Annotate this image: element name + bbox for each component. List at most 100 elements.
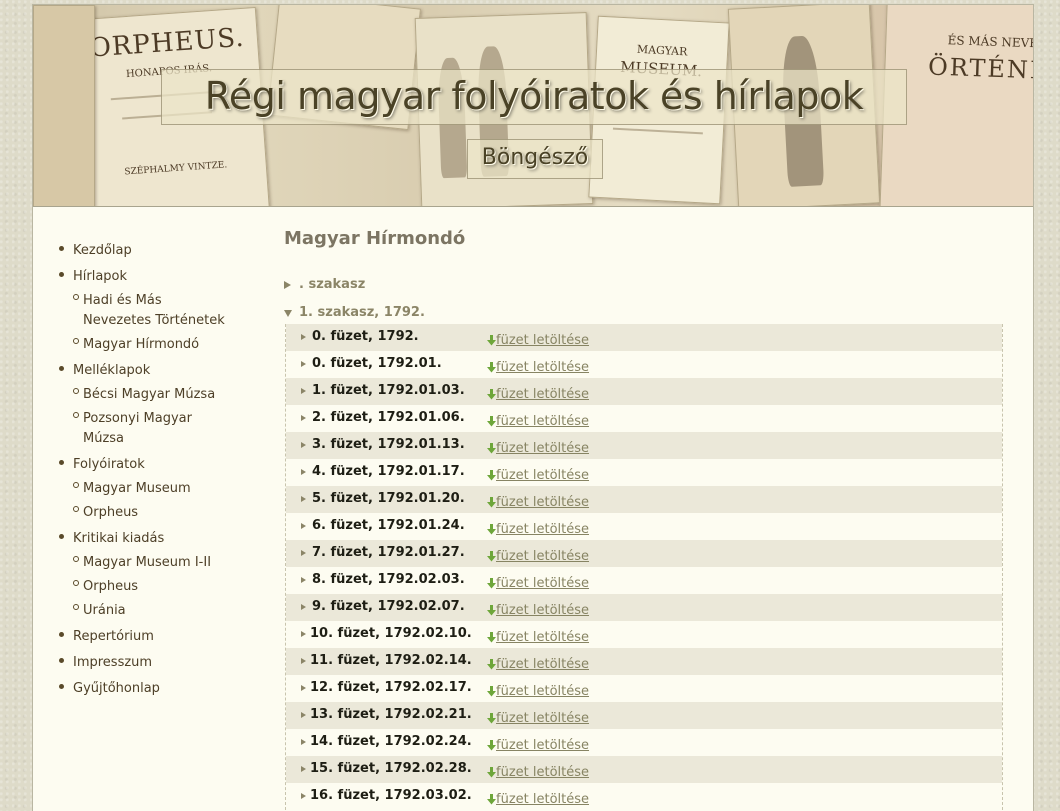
issue-row[interactable]: 11. füzet, 1792.02.14. füzet letöltése — [286, 648, 1002, 675]
sidebar-sublink[interactable]: Bécsi Magyar Múzsa — [83, 387, 215, 402]
download-link[interactable]: füzet letöltése — [496, 630, 589, 645]
download-link[interactable]: füzet letöltése — [496, 495, 589, 510]
issue-label: 14. füzet, 1792.02.24. — [310, 734, 472, 749]
download-link[interactable]: füzet letöltése — [496, 549, 589, 564]
sidebar-group: Repertórium — [59, 625, 249, 645]
bullet-icon — [59, 246, 64, 251]
circle-bullet-icon — [73, 506, 79, 512]
issue-label: 11. füzet, 1792.02.14. — [310, 653, 472, 668]
sidebar-link[interactable]: Gyűjtőhonlap — [73, 681, 160, 696]
issue-label: 6. füzet, 1792.01.24. — [312, 518, 465, 533]
sidebar-group: Kezdőlap — [59, 239, 249, 259]
download-link[interactable]: füzet letöltése — [496, 792, 589, 807]
download-arrow-icon — [487, 740, 496, 751]
sidebar-sublink[interactable]: Hadi és Más Nevezetes Történetek — [83, 293, 225, 328]
download-link-wrapper: füzet letöltése — [487, 734, 589, 753]
download-link-wrapper: füzet letöltése — [487, 653, 589, 672]
sidebar-sublink[interactable]: Uránia — [83, 603, 126, 618]
bullet-icon — [59, 632, 64, 637]
download-link[interactable]: füzet letöltése — [496, 468, 589, 483]
issue-row[interactable]: 0. füzet, 1792. füzet letöltése — [286, 324, 1002, 351]
sidebar-link[interactable]: Hírlapok — [73, 269, 127, 284]
sidebar-link[interactable]: Melléklapok — [73, 363, 150, 378]
issue-row[interactable]: 7. füzet, 1792.01.27. füzet letöltése — [286, 540, 1002, 567]
download-arrow-icon — [487, 362, 496, 373]
issue-label: 4. füzet, 1792.01.17. — [312, 464, 465, 479]
sidebar-group: Hírlapok Hadi és Más Nevezetes Történetek… — [59, 265, 249, 353]
expand-triangle-icon — [301, 712, 306, 718]
issue-row[interactable]: 5. füzet, 1792.01.20. füzet letöltése — [286, 486, 1002, 513]
sidebar-sublink[interactable]: Orpheus — [83, 505, 138, 520]
issue-row[interactable]: 9. füzet, 1792.02.07. füzet letöltése — [286, 594, 1002, 621]
download-link-wrapper: füzet letöltése — [487, 518, 589, 537]
download-link-wrapper: füzet letöltése — [487, 437, 589, 456]
expand-triangle-icon — [301, 361, 306, 367]
download-link[interactable]: füzet letöltése — [496, 711, 589, 726]
section-toggle[interactable]: . szakasz — [283, 277, 1003, 293]
issue-row[interactable]: 3. füzet, 1792.01.13. füzet letöltése — [286, 432, 1002, 459]
section-toggle[interactable]: 1. szakasz, 1792. — [283, 305, 1003, 321]
download-link-wrapper: füzet letöltése — [487, 626, 589, 645]
expand-triangle-icon — [301, 523, 306, 529]
sidebar-link[interactable]: Impresszum — [73, 655, 152, 670]
download-link[interactable]: füzet letöltése — [496, 333, 589, 348]
sidebar-sublink[interactable]: Orpheus — [83, 579, 138, 594]
sidebar-subitem: Orpheus — [73, 501, 233, 521]
issue-row[interactable]: 15. füzet, 1792.02.28. füzet letöltése — [286, 756, 1002, 783]
sidebar-subitem: Uránia — [73, 599, 233, 619]
sidebar-sublink[interactable]: Magyar Museum — [83, 481, 191, 496]
issue-row[interactable]: 16. füzet, 1792.03.02. füzet letöltése — [286, 783, 1002, 810]
issue-row[interactable]: 10. füzet, 1792.02.10. füzet letöltése — [286, 621, 1002, 648]
download-link[interactable]: füzet letöltése — [496, 765, 589, 780]
sidebar-sublink[interactable]: Pozsonyi Magyar Múzsa — [83, 411, 192, 446]
sidebar-subitem: Magyar Hírmondó — [73, 333, 233, 353]
download-link[interactable]: füzet letöltése — [496, 576, 589, 591]
download-link[interactable]: füzet letöltése — [496, 522, 589, 537]
issue-row[interactable]: 14. füzet, 1792.02.24. füzet letöltése — [286, 729, 1002, 756]
issue-label: 1. füzet, 1792.01.03. — [312, 383, 465, 398]
download-link-wrapper: füzet letöltése — [487, 545, 589, 564]
download-link[interactable]: füzet letöltése — [496, 414, 589, 429]
page-title: Magyar Hírmondó — [284, 228, 466, 249]
sidebar-link[interactable]: Folyóiratok — [73, 457, 145, 472]
download-link-wrapper: füzet letöltése — [487, 491, 589, 510]
page-frame: ORPHEUS. HONAPOS IRÁS. SZÉPHALMY VINTZE.… — [32, 4, 1034, 811]
issue-label: 13. füzet, 1792.02.21. — [310, 707, 472, 722]
issue-row[interactable]: 1. füzet, 1792.01.03. füzet letöltése — [286, 378, 1002, 405]
sidebar-link[interactable]: Kritikai kiadás — [73, 531, 164, 546]
issue-row[interactable]: 0. füzet, 1792.01. füzet letöltése — [286, 351, 1002, 378]
download-link[interactable]: füzet letöltése — [496, 387, 589, 402]
download-link[interactable]: füzet letöltése — [496, 441, 589, 456]
expand-triangle-icon — [301, 685, 306, 691]
sidebar-sublist: Bécsi Magyar Múzsa Pozsonyi Magyar Múzsa — [73, 383, 249, 447]
sidebar-link[interactable]: Kezdőlap — [73, 243, 132, 258]
issue-row[interactable]: 6. füzet, 1792.01.24. füzet letöltése — [286, 513, 1002, 540]
expand-triangle-icon — [301, 496, 306, 502]
issue-row[interactable]: 8. füzet, 1792.02.03. füzet letöltése — [286, 567, 1002, 594]
download-arrow-icon — [487, 389, 496, 400]
expand-triangle-icon — [301, 469, 306, 475]
sidebar-link[interactable]: Repertórium — [73, 629, 154, 644]
download-link[interactable]: füzet letöltése — [496, 738, 589, 753]
bullet-icon — [59, 658, 64, 663]
download-link-wrapper: füzet letöltése — [487, 599, 589, 618]
issue-row[interactable]: 12. füzet, 1792.02.17. füzet letöltése — [286, 675, 1002, 702]
sidebar-sublink[interactable]: Magyar Hírmondó — [83, 337, 199, 352]
download-link[interactable]: füzet letöltése — [496, 657, 589, 672]
circle-bullet-icon — [73, 412, 79, 418]
download-link-wrapper: füzet letöltése — [487, 383, 589, 402]
section-label: 1. szakasz, 1792. — [299, 305, 425, 320]
sidebar-sublist: Magyar Museum Orpheus — [73, 477, 249, 521]
download-link[interactable]: füzet letöltése — [496, 684, 589, 699]
sidebar-sublink[interactable]: Magyar Museum I-II — [83, 555, 211, 570]
issue-label: 16. füzet, 1792.03.02. — [310, 788, 472, 803]
issue-row[interactable]: 4. füzet, 1792.01.17. füzet letöltése — [286, 459, 1002, 486]
download-arrow-icon — [487, 416, 496, 427]
download-link-wrapper: füzet letöltése — [487, 572, 589, 591]
sidebar-sublist: Hadi és Más Nevezetes Történetek Magyar H… — [73, 289, 249, 353]
issue-row[interactable]: 2. füzet, 1792.01.06. füzet letöltése — [286, 405, 1002, 432]
download-link[interactable]: füzet letöltése — [496, 360, 589, 375]
issue-row[interactable]: 13. füzet, 1792.02.21. füzet letöltése — [286, 702, 1002, 729]
download-link[interactable]: füzet letöltése — [496, 603, 589, 618]
sidebar-subitem: Orpheus — [73, 575, 233, 595]
